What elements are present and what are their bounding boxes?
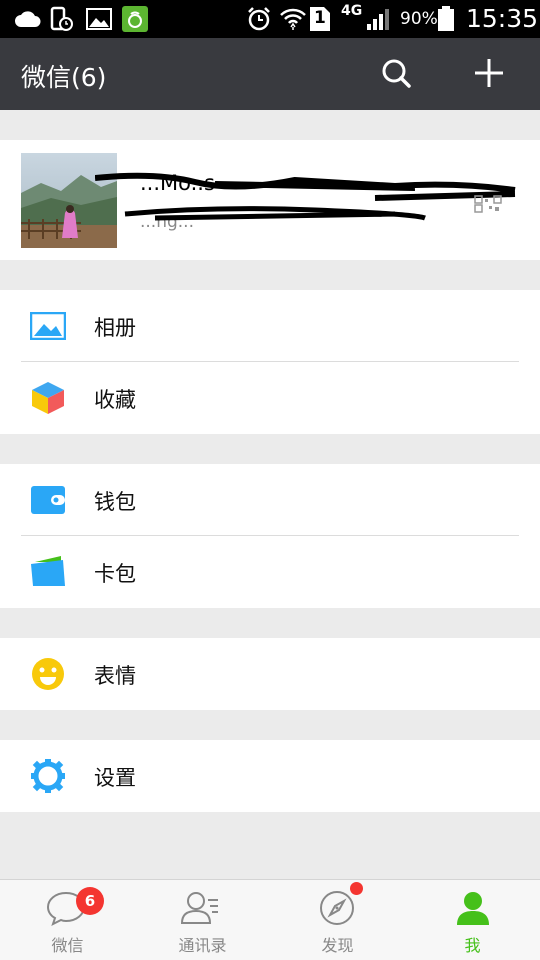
favorites-label: 收藏 <box>94 388 136 412</box>
tab-chats[interactable]: 6 微信 <box>0 880 135 960</box>
alarm-icon <box>246 6 272 32</box>
page-title: 微信(6) <box>21 63 107 92</box>
unread-badge: 6 <box>76 887 104 915</box>
settings-label: 设置 <box>94 766 136 790</box>
tab-chats-label: 微信 <box>51 936 84 955</box>
tab-contacts-label: 通讯录 <box>178 936 227 955</box>
status-bar: 1 4G 90% 15:35 <box>0 0 540 38</box>
profile-card[interactable]: ...Mo..s ...ng... <box>0 140 540 260</box>
tab-me[interactable]: 我 <box>405 880 540 960</box>
settings-row[interactable]: 设置 <box>0 740 540 812</box>
network-type-label: 4G <box>341 3 363 19</box>
wallet-label: 钱包 <box>94 490 136 514</box>
menu-section-album: 相册 收藏 <box>0 290 540 434</box>
album-row[interactable]: 相册 <box>0 290 540 362</box>
smiley-icon <box>30 657 66 691</box>
gear-icon <box>30 759 66 793</box>
cards-row[interactable]: 卡包 <box>0 536 540 608</box>
cards-label: 卡包 <box>94 562 136 586</box>
cube-icon <box>30 381 66 415</box>
compass-icon <box>317 888 357 928</box>
battery-icon <box>437 6 455 32</box>
app-notification-icon <box>122 6 148 32</box>
wallet-row[interactable]: 钱包 <box>0 464 540 536</box>
wallet-icon <box>30 483 66 517</box>
person-icon <box>453 888 493 928</box>
contacts-icon <box>180 888 220 928</box>
search-icon[interactable] <box>379 56 413 90</box>
favorites-row[interactable]: 收藏 <box>0 362 540 434</box>
card-pack-icon <box>30 555 66 589</box>
menu-section-stickers: 表情 <box>0 638 540 710</box>
image-icon <box>86 6 112 32</box>
qr-code-icon[interactable] <box>474 195 502 213</box>
tab-discover-label: 发现 <box>321 936 354 955</box>
discover-new-dot <box>350 882 363 895</box>
album-label: 相册 <box>94 316 136 340</box>
signal-icon <box>366 6 392 32</box>
sim-slot-label: 1 <box>314 8 326 28</box>
plus-icon[interactable] <box>472 56 506 90</box>
picture-icon <box>30 309 66 343</box>
battery-percent: 90% <box>400 9 438 29</box>
clock-time: 15:35 <box>466 4 539 33</box>
tab-contacts[interactable]: 通讯录 <box>135 880 270 960</box>
menu-section-settings: 设置 <box>0 740 540 812</box>
bottom-tab-bar: 6 微信 通讯录 发现 我 <box>0 879 540 960</box>
phone-clock-icon <box>50 6 74 32</box>
title-bar: 微信(6) <box>0 38 540 110</box>
stickers-row[interactable]: 表情 <box>0 638 540 710</box>
cloud-icon <box>14 6 42 32</box>
tab-me-label: 我 <box>464 936 481 955</box>
menu-section-wallet: 钱包 卡包 <box>0 464 540 608</box>
wifi-icon <box>279 6 307 32</box>
redaction-scribble <box>95 172 516 221</box>
stickers-label: 表情 <box>94 664 136 688</box>
tab-discover[interactable]: 发现 <box>270 880 405 960</box>
